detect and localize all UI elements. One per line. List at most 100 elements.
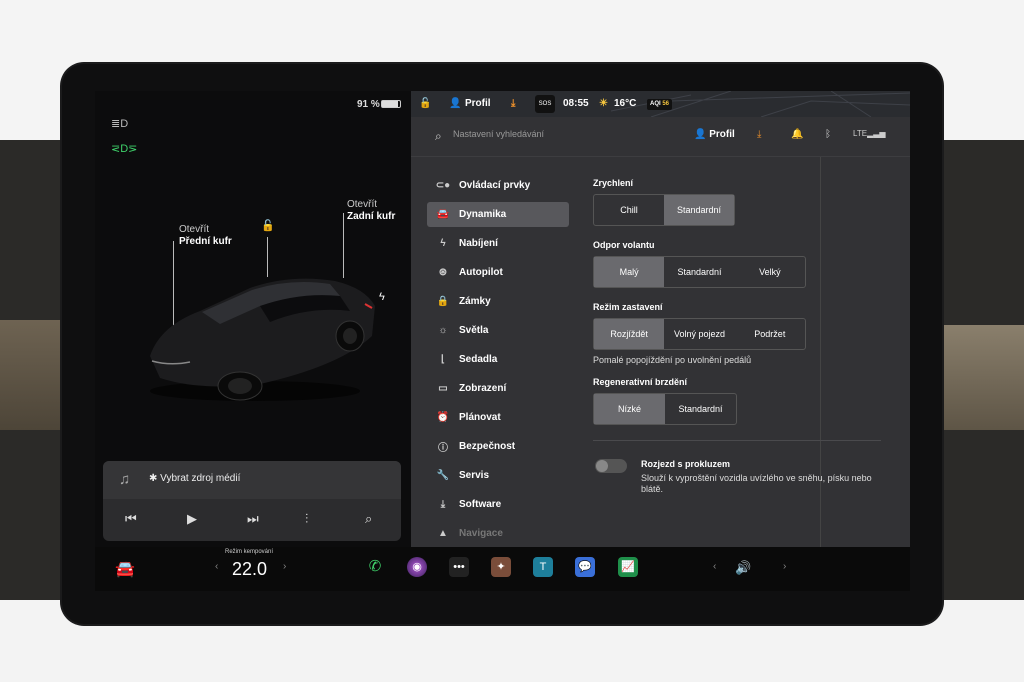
menu-label: Zámky — [459, 296, 491, 307]
temp-up-chevron-icon[interactable]: › — [283, 561, 286, 572]
bolt-icon: ϟ — [440, 238, 446, 249]
lte-signal-icon: LTE▂▃▅ — [853, 129, 886, 138]
car-icon: 🚘 — [436, 209, 450, 220]
bell-icon[interactable]: 🔔 — [791, 129, 803, 140]
menu-item-service[interactable]: 🔧 Servis — [427, 463, 569, 488]
menu-label: Plánovat — [459, 412, 501, 423]
front-trunk-label: Přední kufr — [179, 236, 232, 247]
clock: 08:55 — [563, 98, 589, 109]
games-icon[interactable]: ✦ — [491, 557, 511, 577]
regen-option-standard[interactable]: Standardní — [665, 394, 736, 424]
steering-selector: Malý Standardní Velký — [593, 256, 806, 288]
wood-trim-right — [935, 325, 1024, 430]
settings-menu: ⊂● Ovládací prvky 🚘 Dynamika ϟ Nabíjení ⊛ Au… — [427, 173, 569, 550]
temp-down-chevron-icon[interactable]: ‹ — [215, 561, 218, 572]
toggle-icon: ⊂● — [435, 180, 451, 191]
bluetooth-icon[interactable]: ᛒ — [825, 129, 831, 140]
download-icon[interactable]: ⤓ — [757, 129, 761, 140]
menu-item-seats[interactable]: ⌊ Sedadla — [427, 347, 569, 372]
steering-option-heavy[interactable]: Velký — [735, 257, 805, 287]
settings-header: ⌕ 👤 Profil ⤓ 🔔 ᛒ LTE▂▃▅ — [411, 117, 910, 157]
battery-percent: 91 % — [357, 99, 380, 110]
acceleration-option-standard[interactable]: Standardní — [664, 195, 734, 225]
media-source-label: ✱ Vybrat zdroj médií — [149, 473, 241, 484]
parking-lights-icon: ⋜D⋝ — [111, 143, 138, 155]
menu-item-dynamics[interactable]: 🚘 Dynamika — [427, 202, 569, 227]
menu-label: Nabíjení — [459, 238, 498, 249]
lock-status-icon[interactable]: 🔓 — [419, 98, 431, 109]
menu-item-navigation[interactable]: ▲ Navigace — [427, 521, 569, 546]
profile-label: Profil — [709, 129, 735, 140]
stopping-section: Režim zastavení Rozjíždět Volný pojezd P… — [593, 302, 806, 365]
aqi-badge: AQI 56 — [647, 99, 673, 110]
menu-item-autopilot[interactable]: ⊛ Autopilot — [427, 260, 569, 285]
sun-icon: ☼ — [438, 325, 448, 336]
stopping-option-creep[interactable]: Rozjíždět — [594, 319, 665, 349]
media-player: ♫ ✱ Vybrat zdroj médií ⏮ ▶ ⏭ ⫶ ⌕ — [103, 461, 401, 541]
car-icon[interactable]: 🚘 — [115, 559, 135, 579]
menu-item-display[interactable]: ▭ Zobrazení — [427, 376, 569, 401]
steering-wheel-icon: ⊛ — [438, 267, 448, 278]
regen-option-low[interactable]: Nízké — [594, 394, 665, 424]
menu-item-locks[interactable]: 🔒 Zámky — [427, 289, 569, 314]
menu-item-schedule[interactable]: ⏰ Plánovat — [427, 405, 569, 430]
acceleration-option-chill[interactable]: Chill — [594, 195, 664, 225]
acceleration-title: Zrychlení — [593, 178, 634, 188]
stopping-option-roll[interactable]: Volný pojezd — [664, 319, 734, 349]
media-search-icon[interactable]: ⌕ — [365, 511, 372, 527]
regen-selector: Nízké Standardní — [593, 393, 737, 425]
settings-panel: 🔓 👤 Profil ⤓ SOS 08:55 ☀ 16°C AQI 56 ⌕ 👤… — [411, 91, 910, 547]
regen-section: Regenerativní brzdění Nízké Standardní — [593, 377, 737, 425]
regen-title: Regenerativní brzdění — [593, 377, 688, 387]
sos-button[interactable]: SOS — [535, 95, 555, 113]
messages-icon[interactable]: 💬 — [575, 557, 595, 577]
slip-start-description: Slouží k vyproštění vozidla uvízlého ve … — [641, 473, 872, 494]
steering-option-standard[interactable]: Standardní — [664, 257, 734, 287]
section-divider — [593, 440, 881, 441]
rear-trunk-action: Otevřít — [347, 199, 378, 210]
search-icon: ⌕ — [435, 129, 442, 143]
menu-label: Software — [459, 499, 502, 510]
unlock-icon[interactable]: 🔓 — [261, 219, 275, 232]
status-profile[interactable]: Profil — [465, 98, 491, 109]
chart-app-icon[interactable]: 📈 — [618, 557, 638, 577]
front-trunk-button[interactable]: Otevřít Přední kufr — [179, 224, 232, 248]
menu-item-software[interactable]: ⤓ Software — [427, 492, 569, 517]
equalizer-icon[interactable]: ⫶ — [305, 511, 308, 527]
touchscreen: ≣D ⋜D⋝ 91 % Otevřít Přední kufr Otevřít … — [95, 91, 910, 591]
next-track-icon[interactable]: ⏭ — [247, 511, 259, 527]
camera-icon[interactable]: ◉ — [407, 557, 427, 577]
rear-trunk-button[interactable]: Otevřít Zadní kufr — [347, 199, 395, 223]
update-download-icon[interactable]: ⤓ — [511, 98, 515, 109]
previous-track-icon[interactable]: ⏮ — [125, 511, 137, 527]
weather-sun-icon: ☀ — [599, 98, 608, 109]
aqi-value: 56 — [662, 101, 670, 107]
stopping-selector: Rozjíždět Volný pojezd Podržet — [593, 318, 806, 350]
play-icon[interactable]: ▶ — [187, 511, 197, 527]
speaker-icon[interactable]: 🔊 — [735, 560, 751, 576]
menu-item-charging[interactable]: ϟ Nabíjení — [427, 231, 569, 256]
theater-icon[interactable]: T — [533, 557, 553, 577]
steering-option-light[interactable]: Malý — [594, 257, 665, 287]
menu-item-controls[interactable]: ⊂● Ovládací prvky — [427, 173, 569, 198]
rear-trunk-label: Zadní kufr — [347, 211, 396, 222]
cabin-temperature[interactable]: 22.0 — [232, 559, 267, 580]
menu-label: Bezpečnost — [459, 441, 516, 452]
profile-button[interactable]: 👤 Profil — [694, 129, 735, 140]
slip-start-toggle[interactable] — [595, 459, 627, 473]
menu-item-safety[interactable]: ⓘ Bezpečnost — [427, 434, 569, 459]
stopping-option-hold[interactable]: Podržet — [735, 319, 805, 349]
status-bar: 🔓 👤 Profil ⤓ SOS 08:55 ☀ 16°C AQI 56 — [411, 91, 910, 117]
menu-item-lights[interactable]: ☼ Světla — [427, 318, 569, 343]
display-icon: ▭ — [438, 383, 448, 394]
car-3d-model — [150, 278, 375, 401]
media-source-bar[interactable]: ♫ ✱ Vybrat zdroj médií — [103, 461, 401, 499]
volume-down-chevron-icon[interactable]: ‹ — [713, 561, 716, 572]
more-icon[interactable]: ••• — [449, 557, 469, 577]
menu-label: Autopilot — [459, 267, 503, 278]
wrench-icon: 🔧 — [436, 470, 450, 481]
volume-up-chevron-icon[interactable]: › — [783, 561, 786, 572]
menu-label: Ovládací prvky — [459, 180, 531, 191]
settings-search-input[interactable] — [453, 129, 653, 139]
phone-icon[interactable]: ✆ — [365, 557, 385, 577]
